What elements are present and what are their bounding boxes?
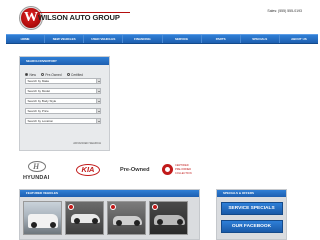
chevron-down-icon [96, 89, 100, 93]
chevron-down-icon [96, 79, 100, 83]
condition-radio-group: New Pre-Owned Certified [20, 65, 109, 78]
radio-certified[interactable]: Certified [66, 72, 83, 77]
nav-parts[interactable]: PARTS [202, 35, 241, 43]
select-value: Search by Price [27, 109, 49, 113]
wheel-icon [134, 220, 140, 226]
model-select[interactable]: Search by Model [25, 88, 101, 94]
chevron-down-icon [96, 119, 100, 123]
main-nav: HOME NEW VEHICLES USED VEHICLES FINANCIN… [6, 34, 318, 44]
radio-label: Pre-Owned [45, 72, 62, 77]
hyundai-oval-icon: H [28, 161, 46, 172]
search-inventory-panel: SEARCH INVENTORY New Pre-Owned Certified… [19, 56, 110, 151]
vehicle-thumbnail[interactable] [149, 201, 188, 235]
vehicle-thumbnails [20, 197, 199, 239]
nav-specials[interactable]: SPECIALS [241, 35, 280, 43]
wheel-icon [92, 218, 98, 224]
nav-service[interactable]: SERVICE [163, 35, 202, 43]
advanced-search-link[interactable]: ADVANCED SEARCH [73, 141, 101, 145]
price-select[interactable]: Search by Price [25, 108, 101, 114]
wheel-icon [31, 222, 37, 228]
hyundai-logo[interactable]: H HYUNDAI [18, 160, 50, 182]
radio-pre-owned[interactable]: Pre-Owned [40, 72, 62, 77]
vehicle-thumbnail[interactable] [65, 201, 104, 235]
wheel-icon [74, 218, 80, 224]
make-select[interactable]: Search by Make [25, 78, 101, 84]
featured-panel-title: FEATURED VEHICLES [20, 190, 199, 197]
radio-dot-icon [66, 73, 70, 76]
site-header: W WILSON AUTO GROUP Sales: (555) 555-019… [0, 0, 320, 34]
wheel-icon [177, 219, 183, 225]
sales-phone[interactable]: Sales: (555) 555-0193 [267, 9, 302, 13]
select-value: Search by Make [27, 79, 50, 83]
certified-collection-logo[interactable]: CERTIFIED PRE-OWNED COLLECTION [162, 163, 202, 177]
nav-used-vehicles[interactable]: USED VEHICLES [84, 35, 124, 43]
vehicle-thumbnail[interactable] [23, 201, 62, 235]
select-value: Search by Model [27, 89, 51, 93]
wheel-icon [116, 220, 122, 226]
certified-line: COLLECTION [175, 172, 192, 175]
radio-label: New [29, 72, 36, 77]
logo-text[interactable]: WILSON AUTO GROUP [38, 13, 120, 22]
body-style-select[interactable]: Search by Body Style [25, 98, 101, 104]
chevron-down-icon [96, 109, 100, 113]
chevron-down-icon [96, 99, 100, 103]
pre-owned-link[interactable]: Pre-Owned [120, 167, 150, 173]
select-value: Search by Body Style [27, 99, 57, 103]
search-panel-title: SEARCH INVENTORY [20, 57, 109, 65]
select-value: Search by Location [27, 119, 54, 123]
hyundai-wordmark: HYUNDAI [23, 175, 50, 181]
specials-panel: SPECIALS & OFFERS SERVICE SPECIALS OUR F… [216, 189, 287, 240]
wheel-icon [157, 219, 163, 225]
vehicle-thumbnail[interactable] [107, 201, 146, 235]
radio-dot-icon [25, 73, 28, 76]
kia-wordmark: KIA [81, 165, 95, 174]
dealer-stamp-icon [68, 204, 74, 210]
dealer-stamp-icon [152, 204, 158, 210]
nav-home[interactable]: HOME [6, 35, 46, 43]
certified-line: PRE-OWNED [175, 168, 192, 171]
specials-panel-title: SPECIALS & OFFERS [217, 190, 286, 197]
nav-about-us[interactable]: ABOUT US [280, 35, 318, 43]
wheel-icon [50, 222, 56, 228]
nav-financing[interactable]: FINANCING [123, 35, 163, 43]
service-specials-button[interactable]: SERVICE SPECIALS [220, 202, 283, 215]
radio-label: Certified [71, 72, 83, 77]
kia-logo[interactable]: KIA [76, 164, 100, 176]
location-select[interactable]: Search by Location [25, 118, 101, 124]
brand-logos: H HYUNDAI KIA Pre-Owned CERTIFIED PRE-OW… [18, 160, 198, 182]
facebook-button[interactable]: OUR FACEBOOK [220, 220, 283, 233]
nav-new-vehicles[interactable]: NEW VEHICLES [45, 35, 85, 43]
radio-dot-icon [40, 73, 44, 76]
featured-vehicles-panel: FEATURED VEHICLES [19, 189, 200, 240]
certified-badge-icon [162, 164, 173, 175]
dealer-stamp-icon [110, 204, 116, 210]
certified-line: CERTIFIED [175, 164, 189, 167]
radio-new[interactable]: New [25, 73, 36, 77]
